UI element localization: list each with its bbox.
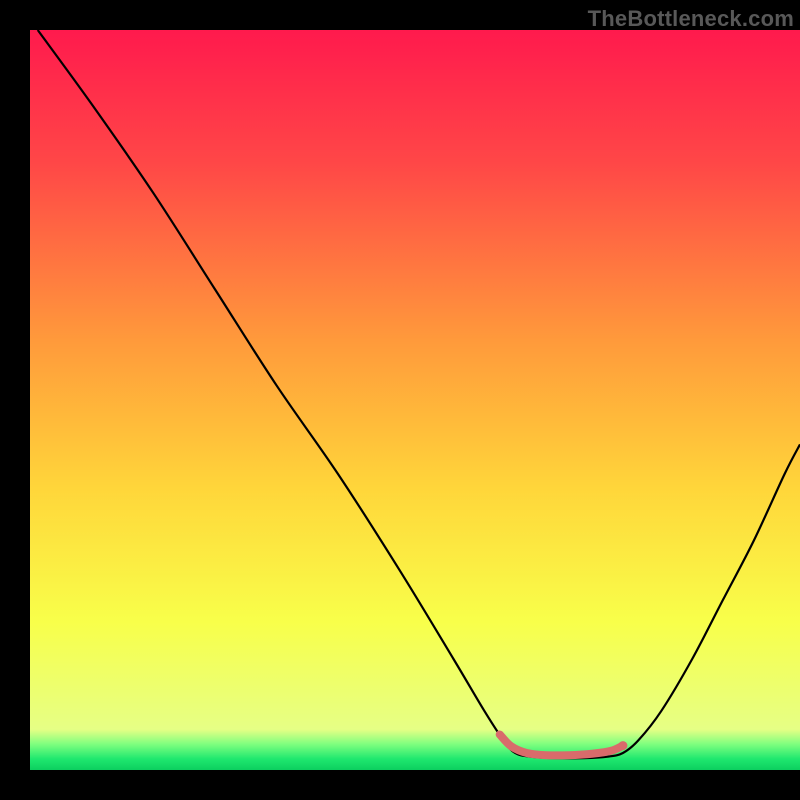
highlight-end-marker [618,741,627,750]
chart-container: TheBottleneck.com [0,0,800,800]
bottleneck-chart [30,30,800,770]
watermark-label: TheBottleneck.com [588,6,794,32]
plot-background [30,30,800,770]
